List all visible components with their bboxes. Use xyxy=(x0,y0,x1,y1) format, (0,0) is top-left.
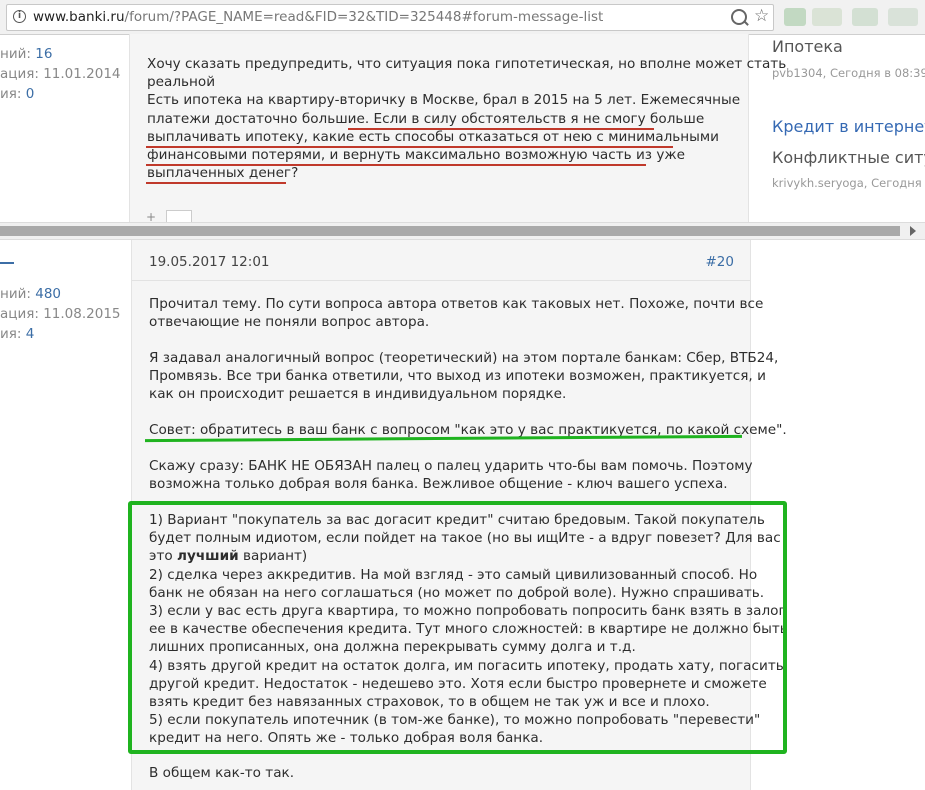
bookmark-star-icon[interactable]: ☆ xyxy=(754,6,769,26)
zoom-icon[interactable] xyxy=(731,9,747,25)
user-posts-count[interactable]: 16 xyxy=(35,46,52,62)
sidebar-topic-title[interactable]: Ипотека xyxy=(772,37,843,56)
browser-toolbar: i www.banki.ru/forum/?PAGE_NAME=read&FID… xyxy=(0,0,925,35)
user-reg-date: 11.01.2014 xyxy=(43,66,121,82)
sidebar-topic-meta: krivykh.seryoga, Сегодня в 0 xyxy=(772,176,925,190)
message-paragraph: Скажу сразу: БАНК НЕ ОБЯЗАН палец о пале… xyxy=(149,458,753,493)
user-stat-row: ия: 0 xyxy=(0,86,35,102)
extension-icon[interactable] xyxy=(888,8,918,26)
user-stat-row: ний: 480 xyxy=(0,286,62,302)
user-stat-row: ний: 16 xyxy=(0,46,53,62)
scrollbar-thumb[interactable] xyxy=(0,226,900,236)
url-host: www.banki.ru xyxy=(33,9,125,25)
user-rating[interactable]: 0 xyxy=(26,86,35,102)
address-bar[interactable]: i www.banki.ru/forum/?PAGE_NAME=read&FID… xyxy=(6,4,774,31)
sidebar-topic-link[interactable]: Кредит в интернет м xyxy=(772,117,925,136)
user-reg-date: 11.08.2015 xyxy=(43,306,121,322)
message-paragraph: Я задавал аналогичный вопрос (теоретичес… xyxy=(149,350,779,403)
user-stat-row: ация: 11.01.2014 xyxy=(0,66,121,82)
extension-icon[interactable] xyxy=(812,8,842,26)
user-rating[interactable]: 4 xyxy=(26,326,35,342)
red-underline xyxy=(146,164,646,166)
username-link[interactable]: — xyxy=(0,262,14,264)
sidebar-topic-meta: pvb1304, Сегодня в 08:39 xyxy=(772,66,925,80)
scroll-right-arrow-icon[interactable] xyxy=(910,226,916,236)
green-highlight-box xyxy=(128,501,787,754)
red-underline xyxy=(146,146,673,148)
user-stat-row: ация: 11.08.2015 xyxy=(0,306,121,322)
closing-line: В общем как-то так. xyxy=(149,765,295,781)
post-1-body: Хочу сказать предупредить, что ситуация … xyxy=(129,34,786,225)
url-path: /forum/?PAGE_NAME=read&FID=32&TID=325448… xyxy=(124,9,604,25)
user-posts-count[interactable]: 480 xyxy=(35,286,61,302)
message-paragraph: Прочитал тему. По сути вопроса автора от… xyxy=(149,296,764,331)
url-text[interactable]: www.banki.ru/forum/?PAGE_NAME=read&FID=3… xyxy=(33,9,603,25)
post-number-link[interactable]: #20 xyxy=(706,254,735,270)
extension-icon[interactable] xyxy=(852,8,878,26)
red-underline xyxy=(348,128,654,130)
post-header-divider xyxy=(132,280,750,281)
post-date: 19.05.2017 12:01 xyxy=(149,254,270,270)
info-icon[interactable]: i xyxy=(13,10,26,23)
user-stat-row: ия: 4 xyxy=(0,326,35,342)
horizontal-scrollbar[interactable] xyxy=(0,222,925,240)
sidebar-topic-title[interactable]: Конфликтные ситуа xyxy=(772,148,925,167)
extension-icon[interactable] xyxy=(784,8,806,26)
red-underline xyxy=(146,182,286,184)
